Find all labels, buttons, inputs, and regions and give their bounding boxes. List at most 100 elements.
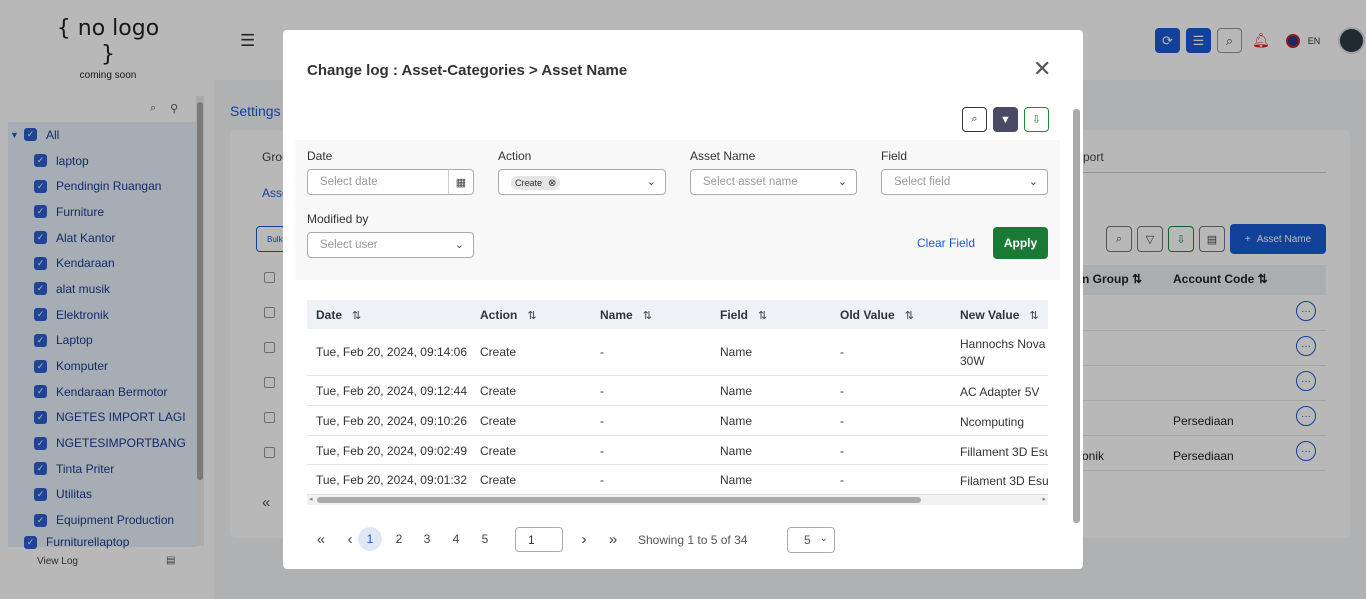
chip-remove-icon[interactable]: ⊗: [548, 178, 556, 189]
modified-by-label: Modified by: [307, 212, 369, 226]
cell-date: Tue, Feb 20, 2024, 09:12:44: [316, 384, 468, 398]
date-label: Date: [307, 149, 333, 163]
chevron-down-icon: ⌄: [1028, 176, 1038, 188]
asset-name-label: Asset Name: [690, 149, 756, 163]
filter-panel: [295, 140, 1060, 280]
modified-by-select[interactable]: Select user ⌄: [307, 232, 474, 258]
modal-scrollbar[interactable]: [1072, 99, 1081, 567]
cell-name: -: [600, 444, 604, 458]
cell-field: Name: [720, 384, 753, 398]
cell-new: AC Adapter 5V: [960, 385, 1040, 399]
cell-old: -: [840, 345, 844, 359]
table-row[interactable]: Tue, Feb 20, 2024, 09:02:49 Create - Name - F…: [307, 436, 1048, 465]
cell-date: Tue, Feb 20, 2024, 09:14:06: [316, 345, 468, 359]
cell-new: Hannochs Nova 30W: [960, 337, 1046, 368]
column-header[interactable]: Date ⇅: [316, 308, 361, 322]
cell-name: -: [600, 384, 604, 398]
asset-name-placeholder: Select asset name: [703, 176, 798, 188]
cell-old: -: [840, 414, 844, 428]
cell-field: Name: [720, 345, 753, 359]
cell-field: Name: [720, 444, 753, 458]
page-size-select[interactable]: 5 ⌄: [787, 527, 835, 553]
scroll-right-icon[interactable]: ▸: [1042, 495, 1046, 503]
column-header[interactable]: Action ⇅: [480, 308, 537, 322]
cell-name: -: [600, 473, 604, 487]
cell-new: Filament 3D Esun: [960, 474, 1048, 488]
chevron-down-icon: ⌄: [837, 176, 847, 188]
page-size-value: 5: [804, 533, 811, 547]
cell-field: Name: [720, 414, 753, 428]
search-icon[interactable]: ⌕: [962, 107, 987, 132]
cell-date: Tue, Feb 20, 2024, 09:10:26: [316, 414, 468, 428]
next-page-icon[interactable]: ›: [577, 527, 591, 551]
table-row[interactable]: Tue, Feb 20, 2024, 09:14:06 Create - Name - H…: [307, 329, 1048, 376]
page-number[interactable]: 5: [473, 527, 497, 551]
sort-icon[interactable]: ⇅: [1029, 310, 1038, 322]
cell-action: Create: [480, 444, 517, 458]
first-page-icon[interactable]: «: [313, 527, 329, 551]
modified-by-placeholder: Select user: [320, 239, 378, 251]
action-chip: Create ⊗: [511, 176, 561, 190]
page-input[interactable]: [515, 527, 563, 552]
prev-page-icon[interactable]: ‹: [343, 527, 357, 551]
modal-tools: ⌕ ▼ ⇩: [962, 107, 1049, 132]
pagination: « ‹ 12345 › » Showing 1 to 5 of 34 5⌄: [313, 527, 835, 553]
apply-button[interactable]: Apply: [993, 227, 1048, 259]
chevron-down-icon: ⌄: [819, 533, 828, 544]
last-page-icon[interactable]: »: [605, 527, 621, 551]
filter-icon[interactable]: ▼: [993, 107, 1018, 132]
column-header[interactable]: Field ⇅: [720, 308, 767, 322]
page-number[interactable]: 4: [444, 527, 468, 551]
column-header[interactable]: Old Value ⇅: [840, 308, 914, 322]
table-hscrollbar[interactable]: ◂ ▸: [307, 495, 1048, 505]
cell-date: Tue, Feb 20, 2024, 09:02:49: [316, 444, 468, 458]
cell-action: Create: [480, 345, 517, 359]
change-log-table: Date ⇅ Action ⇅ Name ⇅ Field ⇅ Old Value ⇅ New Val…: [307, 300, 1048, 506]
showing-text: Showing 1 to 5 of 34: [638, 533, 748, 547]
download-icon[interactable]: ⇩: [1024, 107, 1049, 132]
change-log-modal: Change log : Asset-Categories > Asset Na…: [283, 30, 1083, 569]
action-select[interactable]: Create ⊗ ⌄: [498, 169, 666, 195]
cell-field: Name: [720, 473, 753, 487]
column-header-label: Date: [316, 308, 343, 322]
sort-icon[interactable]: ⇅: [758, 310, 767, 322]
table-row[interactable]: Tue, Feb 20, 2024, 09:01:32 Create - Name - F…: [307, 465, 1048, 495]
field-select[interactable]: Select field ⌄: [881, 169, 1048, 195]
chevron-down-icon: ⌄: [646, 176, 656, 188]
sort-icon[interactable]: ⇅: [527, 310, 536, 322]
column-header-label: Field: [720, 308, 749, 322]
column-header[interactable]: New Value ⇅: [960, 308, 1039, 322]
scroll-left-icon[interactable]: ◂: [309, 495, 313, 503]
page-number[interactable]: 1: [358, 527, 382, 551]
cell-date: Tue, Feb 20, 2024, 09:01:32: [316, 473, 468, 487]
column-header-label: Old Value: [840, 308, 895, 322]
column-header-label: Name: [600, 308, 633, 322]
chip-label: Create: [515, 178, 543, 188]
field-placeholder: Select field: [894, 176, 951, 188]
table-header: Date ⇅ Action ⇅ Name ⇅ Field ⇅ Old Value ⇅ New Val…: [307, 300, 1048, 329]
page-number[interactable]: 3: [415, 527, 439, 551]
clear-field-button[interactable]: Clear Field: [917, 236, 975, 250]
close-icon[interactable]: ✕: [1033, 58, 1051, 80]
cell-new: Ncomputing: [960, 415, 1025, 429]
field-label: Field: [881, 149, 908, 163]
sort-icon[interactable]: ⇅: [643, 310, 652, 322]
cell-new: Fillament 3D Esun: [960, 445, 1048, 459]
asset-name-select[interactable]: Select asset name ⌄: [690, 169, 857, 195]
sort-icon[interactable]: ⇅: [905, 310, 914, 322]
sort-icon[interactable]: ⇅: [352, 310, 361, 322]
column-header[interactable]: Name ⇅: [600, 308, 652, 322]
cell-action: Create: [480, 384, 517, 398]
cell-old: -: [840, 444, 844, 458]
column-header-label: New Value: [960, 308, 1020, 322]
column-header-label: Action: [480, 308, 518, 322]
page-number[interactable]: 2: [387, 527, 411, 551]
date-input[interactable]: Select date: [307, 169, 449, 195]
table-row[interactable]: Tue, Feb 20, 2024, 09:10:26 Create - Name - N…: [307, 406, 1048, 436]
cell-action: Create: [480, 414, 517, 428]
chevron-down-icon: ⌄: [454, 239, 464, 251]
cell-old: -: [840, 473, 844, 487]
cell-name: -: [600, 414, 604, 428]
calendar-icon[interactable]: ▦: [448, 169, 474, 195]
table-row[interactable]: Tue, Feb 20, 2024, 09:12:44 Create - Name - A…: [307, 376, 1048, 406]
